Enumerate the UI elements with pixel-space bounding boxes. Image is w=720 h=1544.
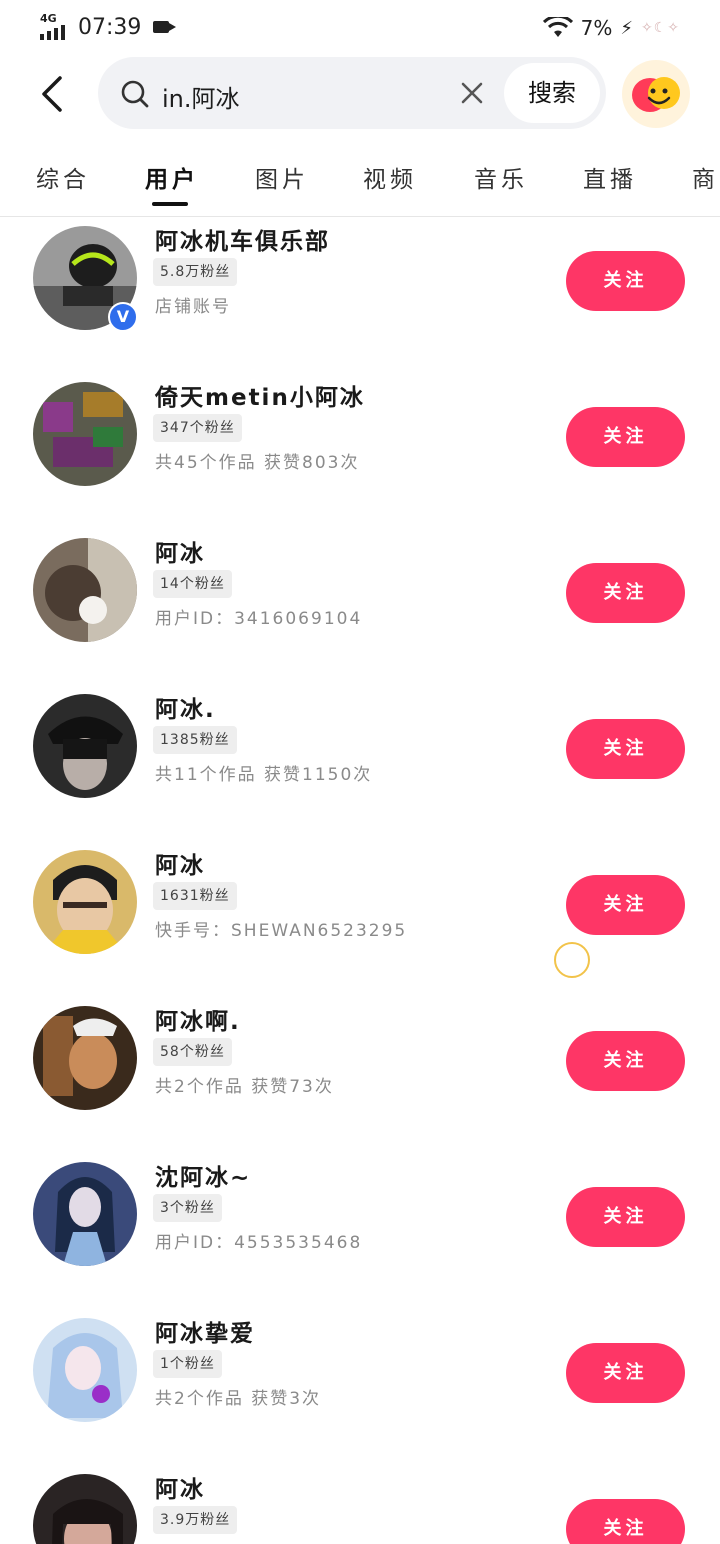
follower-count: 3个粉丝: [153, 1194, 222, 1222]
follower-count: 347个粉丝: [153, 414, 242, 442]
user-results-list: V 阿冰机车俱乐部 5.8万粉丝 店铺账号 关注 倚天metin小阿冰 347个…: [0, 216, 720, 1544]
user-meta: 店铺账号: [155, 297, 231, 317]
list-item[interactable]: 阿冰 3.9万粉丝 关注: [0, 1464, 720, 1544]
list-item[interactable]: V 阿冰机车俱乐部 5.8万粉丝 店铺账号 关注: [0, 216, 720, 372]
user-name: 沈阿冰~: [155, 1165, 252, 1191]
search-header: in.阿冰 搜索: [0, 56, 720, 132]
category-tabs: 综合 用户 图片 视频 音乐 直播 商品: [0, 140, 720, 217]
status-bar: 4G 07:39 7% ⚡ ✧☾✧: [0, 0, 720, 56]
follow-button[interactable]: 关注: [566, 1343, 685, 1403]
follow-button[interactable]: 关注: [566, 563, 685, 623]
follower-count: 1个粉丝: [153, 1350, 222, 1378]
user-name: 阿冰: [155, 853, 205, 879]
user-name: 阿冰啊.: [155, 1009, 241, 1035]
battery-level: 7%: [580, 16, 613, 40]
active-tab-indicator: [152, 202, 188, 206]
follow-button[interactable]: 关注: [566, 719, 685, 779]
network-label: 4G: [40, 12, 57, 25]
back-button[interactable]: [36, 74, 72, 114]
follow-button[interactable]: 关注: [566, 1499, 685, 1544]
charging-icon: ⚡: [620, 17, 633, 39]
touch-indicator: [554, 942, 590, 978]
user-meta: 共45个作品 获赞803次: [155, 453, 360, 473]
wifi-icon: [542, 17, 573, 39]
video-record-icon: [153, 21, 177, 33]
user-name: 阿冰: [155, 541, 205, 567]
tab-products[interactable]: 商品: [692, 160, 720, 194]
follow-button[interactable]: 关注: [566, 251, 685, 311]
avatar[interactable]: [33, 1006, 137, 1110]
decoration-icon: ✧☾✧: [640, 20, 680, 36]
follow-button[interactable]: 关注: [566, 875, 685, 935]
follower-count: 58个粉丝: [153, 1038, 232, 1066]
avatar[interactable]: [33, 382, 137, 486]
follow-button[interactable]: 关注: [566, 1031, 685, 1091]
list-item[interactable]: 阿冰. 1385粉丝 共11个作品 获赞1150次 关注: [0, 684, 720, 840]
list-item[interactable]: 阿冰啊. 58个粉丝 共2个作品 获赞73次 关注: [0, 996, 720, 1152]
chevron-left-icon: [42, 76, 62, 112]
follow-button[interactable]: 关注: [566, 1187, 685, 1247]
user-meta: 快手号：SHEWAN6523295: [155, 921, 408, 941]
list-item[interactable]: 倚天metin小阿冰 347个粉丝 共45个作品 获赞803次 关注: [0, 372, 720, 528]
avatar[interactable]: [33, 850, 137, 954]
list-item[interactable]: 阿冰挚爱 1个粉丝 共2个作品 获赞3次 关注: [0, 1308, 720, 1464]
avatar[interactable]: [33, 1162, 137, 1266]
user-meta: 共2个作品 获赞3次: [155, 1389, 322, 1409]
user-meta: 共11个作品 获赞1150次: [155, 765, 373, 785]
list-item[interactable]: 沈阿冰~ 3个粉丝 用户ID：4553535468 关注: [0, 1152, 720, 1308]
tab-all[interactable]: 综合: [36, 160, 90, 194]
tab-music[interactable]: 音乐: [474, 160, 528, 194]
avatar[interactable]: [33, 694, 137, 798]
follower-count: 5.8万粉丝: [153, 258, 238, 286]
user-name: 阿冰挚爱: [155, 1321, 255, 1347]
search-bar[interactable]: in.阿冰 搜索: [98, 57, 606, 129]
list-item[interactable]: 阿冰 14个粉丝 用户ID：3416069104 关注: [0, 528, 720, 684]
tab-users[interactable]: 用户: [145, 160, 199, 194]
clock: 07:39: [78, 14, 142, 40]
user-name: 阿冰.: [155, 697, 216, 723]
user-meta: 共2个作品 获赞73次: [155, 1077, 334, 1097]
follower-count: 1631粉丝: [153, 882, 237, 910]
search-button[interactable]: 搜索: [504, 63, 600, 123]
avatar[interactable]: [33, 1474, 137, 1544]
user-meta: 用户ID：3416069104: [155, 609, 363, 629]
close-icon[interactable]: [458, 79, 486, 107]
list-item[interactable]: 阿冰 1631粉丝 快手号：SHEWAN6523295 关注: [0, 840, 720, 996]
user-name: 阿冰机车俱乐部: [155, 229, 330, 255]
user-name: 倚天metin小阿冰: [155, 385, 365, 411]
follower-count: 3.9万粉丝: [153, 1506, 238, 1534]
verified-icon: V: [108, 302, 138, 332]
search-input[interactable]: in.阿冰: [162, 79, 240, 114]
avatar[interactable]: [33, 1318, 137, 1422]
avatar[interactable]: [33, 538, 137, 642]
search-icon: [120, 79, 150, 113]
user-meta: 用户ID：4553535468: [155, 1233, 363, 1253]
tab-images[interactable]: 图片: [255, 160, 309, 194]
follower-count: 1385粉丝: [153, 726, 237, 754]
tab-live[interactable]: 直播: [583, 160, 637, 194]
signal-icon: 4G: [40, 12, 70, 40]
tab-videos[interactable]: 视频: [363, 160, 417, 194]
smiley-logo-icon[interactable]: [622, 60, 690, 128]
follower-count: 14个粉丝: [153, 570, 232, 598]
follow-button[interactable]: 关注: [566, 407, 685, 467]
user-name: 阿冰: [155, 1477, 205, 1503]
